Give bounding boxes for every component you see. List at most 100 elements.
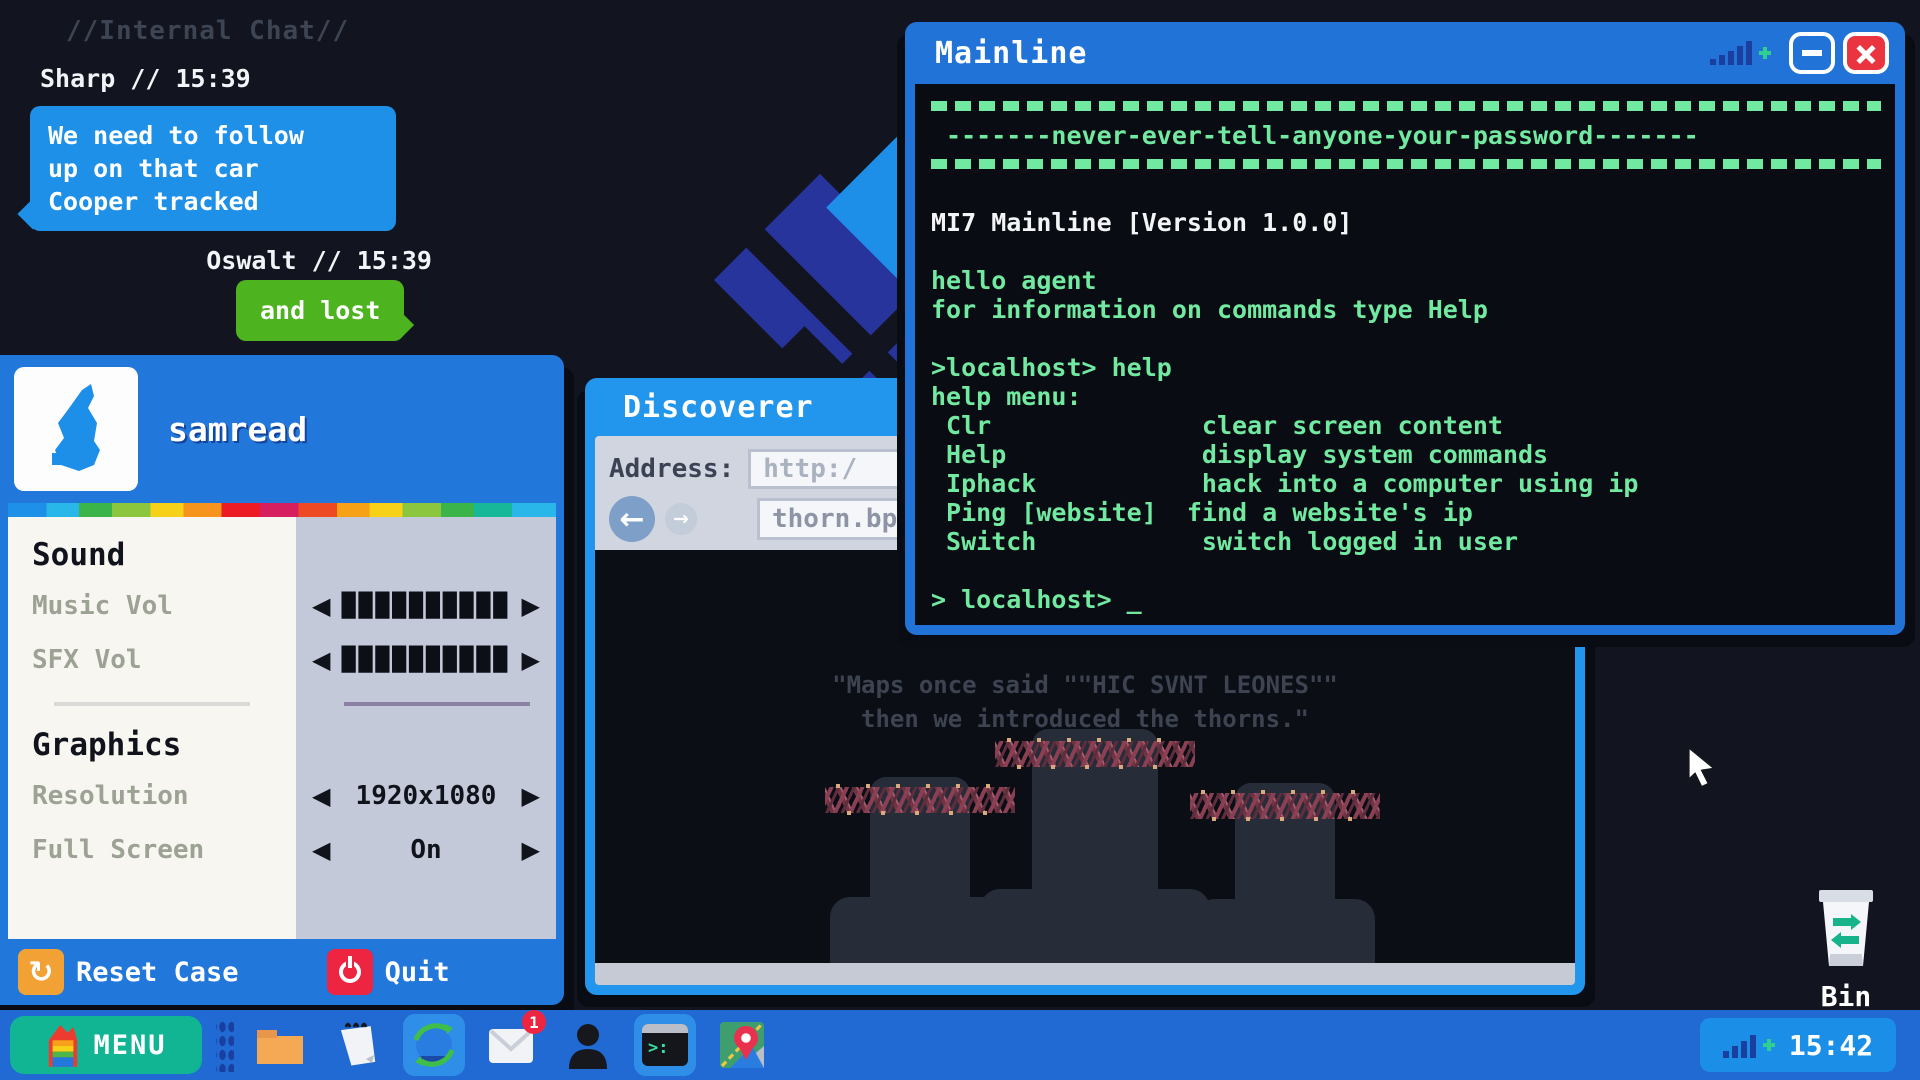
resolution-value: 1920x1080 [355,781,497,811]
connection-signal-icon [1710,41,1771,65]
terminal-prompt[interactable]: > localhost> _ [931,585,1895,614]
graphics-heading: Graphics [32,727,182,763]
page-quote-line: "Maps once said ""HIC SVNT LEONES"" [832,671,1338,699]
reset-case-label[interactable]: Reset Case [76,957,239,988]
discoverer-title: Discoverer [623,389,814,425]
music-volume-label: Music Vol [32,591,173,621]
resolution-previous-button[interactable]: ◀ [312,782,330,810]
thorn-crown [1190,790,1380,821]
back-button[interactable]: ← [609,496,655,542]
taskbar-status-pill[interactable]: 15:42 [1700,1018,1896,1072]
terminal-line: Help display system commands [931,440,1549,469]
notepad-icon [340,1022,376,1066]
menu-label: MENU [93,1029,167,1061]
reset-case-button[interactable]: ↻ [18,949,64,995]
clock: 15:42 [1788,1028,1874,1062]
taskbar-contacts-button[interactable] [557,1014,619,1076]
forward-button[interactable]: → [665,503,697,535]
bin-icon [1819,890,1873,966]
terminal-line: help menu: [931,382,1082,411]
chat-bubble-line: We need to follow [48,121,304,150]
dashed-separator [931,92,1895,121]
settings-window: samread Sound Music Vol ◀ ██████████ ▶ S… [0,355,564,1005]
chat-message-meta: Oswalt // 15:39 [206,246,432,275]
avatar[interactable] [14,367,138,491]
sfx-volume-decrease-button[interactable]: ◀ [312,646,330,674]
taskbar: MENU 1 >: 15:42 [0,1010,1920,1080]
divider-right [344,702,530,706]
music-volume-row: Music Vol ◀ ██████████ ▶ [8,579,556,633]
bin-shortcut[interactable]: Bin [1786,886,1906,1013]
folder-icon [257,1030,303,1064]
person-icon [569,1024,607,1069]
chat-bubble: and lost [236,280,405,341]
sfx-volume-row: SFX Vol ◀ ██████████ ▶ [8,633,556,687]
desktop: //Internal Chat// Sharp // 15:39 We need… [0,0,1920,1080]
rainbow-stripe [8,503,556,517]
taskbar-separator [216,1018,234,1072]
fullscreen-label: Full Screen [32,835,205,865]
fullscreen-next-button[interactable]: ▶ [522,836,540,864]
terminal-line: Clr clear screen content [931,411,1503,440]
sound-heading: Sound [32,537,126,573]
taskbar-files-button[interactable] [249,1014,311,1076]
menu-button[interactable]: MENU [10,1016,202,1074]
terminal-line: -------never-ever-tell-anyone-your-passw… [931,121,1699,150]
terminal-line: hello agent [931,266,1097,295]
music-volume-decrease-button[interactable]: ◀ [312,592,330,620]
power-icon [338,956,361,983]
chat-message-meta: Sharp // 15:39 [40,64,251,93]
terminal-line: Iphack hack into a computer using ip [931,469,1639,498]
silhouette-figure [1190,758,1380,963]
silhouette-figure [980,701,1210,963]
minimize-button[interactable] [1789,32,1835,74]
terminal-line: >localhost> help [931,353,1172,382]
chat-bubble-line: Cooper tracked [48,187,259,216]
sfx-volume-label: SFX Vol [32,645,142,675]
close-button[interactable] [1843,32,1889,74]
thorn-crown [995,738,1195,769]
reset-icon: ↻ [28,954,54,990]
resolution-row: Resolution ◀ 1920x1080 ▶ [8,769,556,823]
fullscreen-previous-button[interactable]: ◀ [312,836,330,864]
settings-footer: ↻ Reset Case Quit [0,939,564,1005]
music-volume-level: ██████████ [341,593,511,619]
bin-label[interactable]: Bin [1786,980,1906,1013]
chat-bubble-line: and lost [260,296,381,325]
section-divider [8,687,556,721]
taskbar-mail-button[interactable]: 1 [480,1010,546,1076]
network-signal-icon [1722,1032,1775,1058]
music-volume-increase-button[interactable]: ▶ [522,592,540,620]
taskbar-notes-button[interactable] [326,1014,388,1076]
map-icon [720,1022,764,1068]
mouse-cursor [1684,742,1726,794]
sfx-volume-level: ██████████ [341,647,511,673]
chat-bubble-line: up on that car [48,154,259,183]
taskbar-map-button[interactable] [711,1014,773,1076]
fullscreen-row: Full Screen ◀ On ▶ [8,823,556,877]
terminal-output[interactable]: -------never-ever-tell-anyone-your-passw… [915,84,1895,625]
fullscreen-value: On [410,835,442,865]
quit-button[interactable] [326,949,373,995]
taskbar-terminal-button[interactable]: >: [634,1014,696,1076]
terminal-line: MI7 Mainline [Version 1.0.0] [931,208,1353,237]
resolution-next-button[interactable]: ▶ [522,782,540,810]
mainline-titlebar[interactable]: Mainline [905,22,1905,84]
sfx-volume-increase-button[interactable]: ▶ [522,646,540,674]
settings-body: Sound Music Vol ◀ ██████████ ▶ SFX Vol ◀… [8,517,556,939]
taskbar-browser-button[interactable] [403,1014,465,1076]
globe-icon [413,1023,455,1067]
os-logo-icon [49,1025,78,1067]
chat-title: //Internal Chat// [66,16,350,46]
resolution-label: Resolution [32,781,189,811]
chat-bubble: We need to follow up on that car Cooper … [30,106,396,231]
browser-statusbar [595,963,1575,985]
terminal-line: Ping [website] find a website's ip [931,498,1473,527]
quit-label[interactable]: Quit [385,957,450,988]
username: samread [168,409,308,449]
thorn-crown [825,784,1015,815]
dashed-separator [931,150,1895,179]
